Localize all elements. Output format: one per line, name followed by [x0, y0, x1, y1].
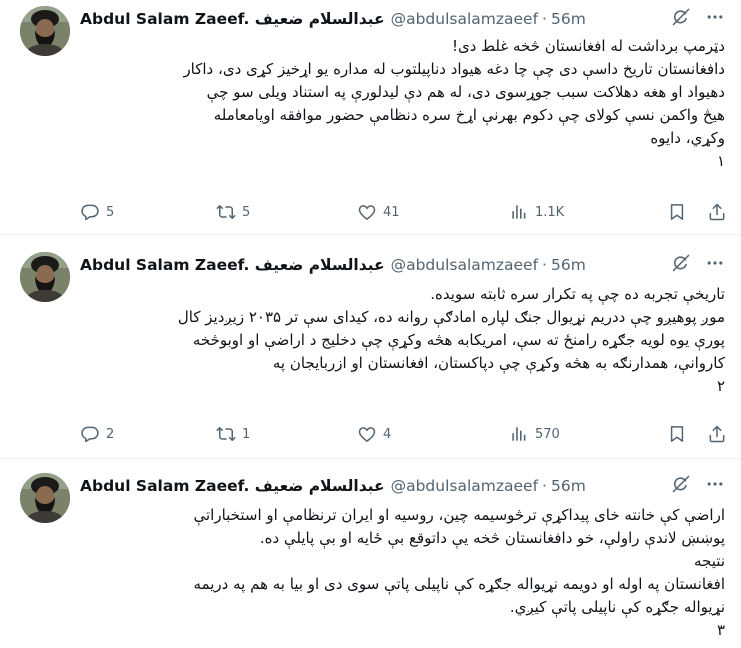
like-count: 41	[383, 204, 400, 220]
author-name[interactable]: Abdul Salam Zaeef. عبدالسلام ضعيف	[80, 10, 385, 28]
views-button[interactable]: 1.1K	[509, 202, 604, 222]
share-icon[interactable]	[707, 424, 727, 444]
more-icon[interactable]	[705, 253, 725, 277]
share-icon[interactable]	[707, 202, 727, 222]
author-name[interactable]: Abdul Salam Zaeef. عبدالسلام ضعيف	[80, 477, 385, 495]
reply-button[interactable]: 5	[80, 202, 168, 222]
avatar[interactable]	[20, 473, 70, 523]
grok-icon[interactable]	[671, 253, 691, 277]
tweet-text: اراضې کې خانته خای پیداکړې ترڅوسیمه چین،…	[80, 504, 725, 642]
like-icon	[357, 202, 377, 222]
avatar[interactable]	[20, 252, 70, 302]
views-icon	[509, 424, 529, 444]
tweet-line: وکړي، دایوه	[650, 129, 725, 147]
tweet-line: دافغانستان تاریخ داسې دی چې چا دغه هیواد…	[183, 60, 725, 78]
tweet-line: هیڅ واکمن نسې کولای چې دکوم بهرنې اړخ سر…	[213, 106, 725, 124]
reply-icon	[80, 424, 100, 444]
action-bar: 2 1 4 570	[80, 423, 727, 445]
views-count: 1.1K	[535, 204, 565, 220]
tweet[interactable]: Abdul Salam Zaeef. عبدالسلام ضعيف @abdul…	[0, 246, 741, 459]
tweet-text: دټرمپ برداشت له افغانستان څخه غلط دی! دا…	[80, 35, 725, 173]
tweet-line: ۱	[716, 152, 725, 170]
bookmark-icon[interactable]	[667, 202, 687, 222]
tweet-line: ۲	[716, 377, 725, 395]
separator-dot: ·	[542, 10, 547, 28]
repost-icon	[216, 202, 236, 222]
avatar[interactable]	[20, 6, 70, 56]
timestamp[interactable]: 56m	[551, 10, 586, 28]
like-icon	[357, 424, 377, 444]
timestamp[interactable]: 56m	[551, 256, 586, 274]
separator-dot: ·	[542, 477, 547, 495]
tweet-line: نتیجه	[694, 552, 725, 570]
tweet-line: افغانستان په اوله او دویمه نړیواله جګړه …	[193, 575, 725, 593]
timestamp[interactable]: 56m	[551, 477, 586, 495]
views-button[interactable]: 570	[509, 424, 604, 444]
author-handle[interactable]: @abdulsalamzaeef	[391, 477, 538, 495]
tweet-header: Abdul Salam Zaeef. عبدالسلام ضعيف @abdul…	[80, 8, 725, 30]
views-icon	[509, 202, 529, 222]
repost-button[interactable]: 1	[216, 424, 328, 444]
action-bar: 5 5 41 1.1K	[80, 201, 727, 223]
grok-icon[interactable]	[671, 474, 691, 498]
tweet-line: تاریخې تجربه ده چې په تکرار سره ثابته سو…	[430, 285, 725, 303]
reply-count: 2	[106, 426, 115, 442]
reply-button[interactable]: 2	[80, 424, 168, 444]
like-button[interactable]: 41	[357, 202, 472, 222]
tweet-header: Abdul Salam Zaeef. عبدالسلام ضعيف @abdul…	[80, 475, 725, 497]
more-icon[interactable]	[705, 7, 725, 31]
author-name[interactable]: Abdul Salam Zaeef. عبدالسلام ضعيف	[80, 256, 385, 274]
reply-icon	[80, 202, 100, 222]
bookmark-icon[interactable]	[667, 424, 687, 444]
tweet-text: تاریخې تجربه ده چې په تکرار سره ثابته سو…	[80, 283, 725, 398]
tweet-line: دهیواد او هغه دهلاکت سبب جوړسوی دی، له ه…	[206, 83, 725, 101]
reply-count: 5	[106, 204, 115, 220]
tweet-line: پوښښ لاندې راولې، خو دافغانستان څخه یې د…	[259, 529, 725, 547]
tweet-line: ۳	[716, 621, 725, 639]
repost-count: 1	[242, 426, 251, 442]
like-button[interactable]: 4	[357, 424, 472, 444]
tweet[interactable]: Abdul Salam Zaeef. عبدالسلام ضعيف @abdul…	[0, 467, 741, 648]
tweet-line: کاروانې، همدارنګه به هڅه وکړې چې دپاکستا…	[272, 354, 725, 372]
separator-dot: ·	[542, 256, 547, 274]
repost-button[interactable]: 5	[216, 202, 328, 222]
like-count: 4	[383, 426, 392, 442]
tweet[interactable]: Abdul Salam Zaeef. عبدالسلام ضعيف @abdul…	[0, 0, 741, 235]
author-handle[interactable]: @abdulsalamzaeef	[391, 10, 538, 28]
grok-icon[interactable]	[671, 7, 691, 31]
repost-icon	[216, 424, 236, 444]
author-handle[interactable]: @abdulsalamzaeef	[391, 256, 538, 274]
tweet-line: اراضې کې خانته خای پیداکړې ترڅوسیمه چین،…	[193, 506, 725, 524]
tweet-line: دټرمپ برداشت له افغانستان څخه غلط دی!	[451, 37, 725, 55]
tweet-header: Abdul Salam Zaeef. عبدالسلام ضعيف @abdul…	[80, 254, 725, 276]
tweet-line: موږ پوهیږو چې ددریم نړیوال جنګ لپاره اما…	[177, 308, 725, 326]
repost-count: 5	[242, 204, 251, 220]
more-icon[interactable]	[705, 474, 725, 498]
tweet-line: پورې یوه لویه جګړه رامنځ ته سې، امریکابه…	[192, 331, 725, 349]
tweet-line: نړیواله جګړه کې ناپیلی پاتې کیږي.	[509, 598, 725, 616]
views-count: 570	[535, 426, 560, 442]
